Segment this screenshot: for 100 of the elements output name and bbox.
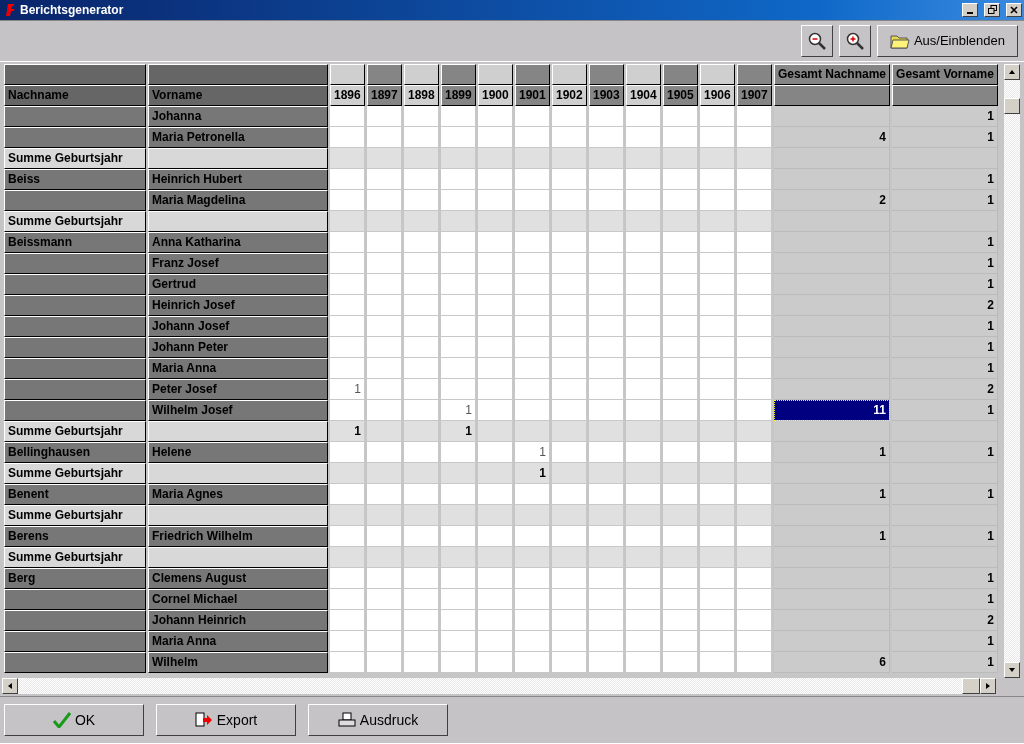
export-button[interactable]: Export [156, 704, 296, 736]
table-cell[interactable]: 1 [892, 630, 999, 652]
table-cell[interactable]: 1 [892, 315, 999, 337]
column-header[interactable]: Gesamt Nachname [774, 63, 891, 85]
table-cell [589, 630, 624, 652]
table-cell [367, 378, 402, 400]
table-cell [663, 147, 698, 169]
table-cell[interactable]: 1 [892, 525, 999, 547]
arrow-left-icon [6, 682, 14, 691]
row-header: Maria Petronella [148, 126, 328, 148]
column-header[interactable]: 1904 [626, 84, 661, 106]
table-cell [737, 252, 772, 274]
table-cell [663, 378, 698, 400]
table-cell[interactable]: 2 [892, 294, 999, 316]
table-cell [663, 126, 698, 148]
minimize-button[interactable] [962, 3, 978, 17]
table-cell [700, 315, 735, 337]
table-cell[interactable]: 1 [892, 252, 999, 274]
column-header[interactable]: 1902 [552, 84, 587, 106]
table-cell [441, 105, 476, 127]
table-cell[interactable] [774, 420, 891, 442]
column-header[interactable]: 1903 [589, 84, 624, 106]
table-cell [737, 315, 772, 337]
table-cell [737, 567, 772, 589]
table-cell [663, 357, 698, 379]
table-cell[interactable]: 11 [774, 399, 891, 421]
table-cell [589, 357, 624, 379]
table-cell[interactable]: 1 [892, 588, 999, 610]
horizontal-scrollbar[interactable] [2, 678, 996, 695]
column-header[interactable]: 1899 [441, 84, 476, 106]
table-cell[interactable] [774, 378, 891, 400]
column-header[interactable]: 1907 [737, 84, 772, 106]
table-cell [404, 315, 439, 337]
restore-button[interactable] [984, 3, 1000, 17]
table-cell [330, 273, 365, 295]
table-cell [626, 609, 661, 631]
table-cell[interactable]: 1 [892, 105, 999, 127]
print-button[interactable]: Ausdruck [308, 704, 448, 736]
column-header[interactable]: 1900 [478, 84, 513, 106]
table-cell[interactable]: 6 [774, 651, 891, 673]
table-cell [700, 567, 735, 589]
table-cell[interactable]: 1 [892, 567, 999, 589]
table-cell [441, 315, 476, 337]
row-header: Heinrich Josef [148, 294, 328, 316]
table-cell [737, 231, 772, 253]
table-cell[interactable]: 2 [892, 378, 999, 400]
table-cell [330, 252, 365, 274]
table-cell[interactable]: 1 [892, 399, 999, 421]
table-cell[interactable]: 1 [892, 126, 999, 148]
table-cell[interactable]: 1 [774, 525, 891, 547]
column-header[interactable]: 1897 [367, 84, 402, 106]
column-header[interactable]: 1901 [515, 84, 550, 106]
table-cell [478, 231, 513, 253]
close-button[interactable] [1006, 3, 1022, 17]
scroll-thumb[interactable] [1004, 97, 1020, 114]
table-cell[interactable]: 1 [892, 273, 999, 295]
row-header: Johann Heinrich [148, 609, 328, 631]
scroll-thumb[interactable] [962, 678, 980, 695]
table-cell[interactable]: 1 [774, 483, 891, 505]
table-cell [737, 504, 772, 526]
table-cell [589, 231, 624, 253]
row-header: Maria Magdelina [148, 189, 328, 211]
column-header[interactable]: Vorname [148, 84, 328, 106]
table-cell [404, 483, 439, 505]
zoom-out-button[interactable] [800, 24, 833, 57]
table-cell[interactable]: 1 [892, 651, 999, 673]
table-cell [330, 483, 365, 505]
table-cell [700, 378, 735, 400]
table-cell [700, 630, 735, 652]
vertical-scrollbar[interactable] [1004, 63, 1020, 679]
table-cell[interactable]: 1 [892, 357, 999, 379]
column-header[interactable]: Gesamt Vorname [892, 63, 999, 85]
table-cell[interactable]: 1 [892, 336, 999, 358]
table-cell[interactable]: 4 [774, 126, 891, 148]
table-cell [515, 651, 550, 673]
column-header[interactable]: 1905 [663, 84, 698, 106]
table-cell[interactable]: 1 [892, 168, 999, 190]
ok-button[interactable]: OK [4, 704, 144, 736]
table-cell [330, 336, 365, 358]
table-cell[interactable]: 1 [892, 189, 999, 211]
column-header[interactable]: 1896 [330, 84, 365, 106]
table-cell [404, 126, 439, 148]
column-header[interactable]: Nachname [4, 84, 146, 106]
table-cell [552, 336, 587, 358]
column-header[interactable]: 1906 [700, 84, 735, 106]
column-header[interactable]: 1898 [404, 84, 439, 106]
show-hide-button[interactable]: Aus/Einblenden [876, 24, 1018, 57]
table-cell [478, 462, 513, 484]
table-cell[interactable]: 1 [892, 483, 999, 505]
table-cell [552, 651, 587, 673]
table-cell[interactable]: 1 [892, 441, 999, 463]
table-cell [367, 546, 402, 568]
table-cell [367, 399, 402, 421]
table-cell[interactable]: 2 [892, 609, 999, 631]
table-cell[interactable] [774, 105, 891, 127]
table-cell[interactable]: 1 [892, 231, 999, 253]
zoom-in-button[interactable] [838, 24, 871, 57]
table-cell[interactable]: 2 [774, 189, 891, 211]
table-cell[interactable]: 1 [774, 441, 891, 463]
row-header: Gertrud [148, 273, 328, 295]
